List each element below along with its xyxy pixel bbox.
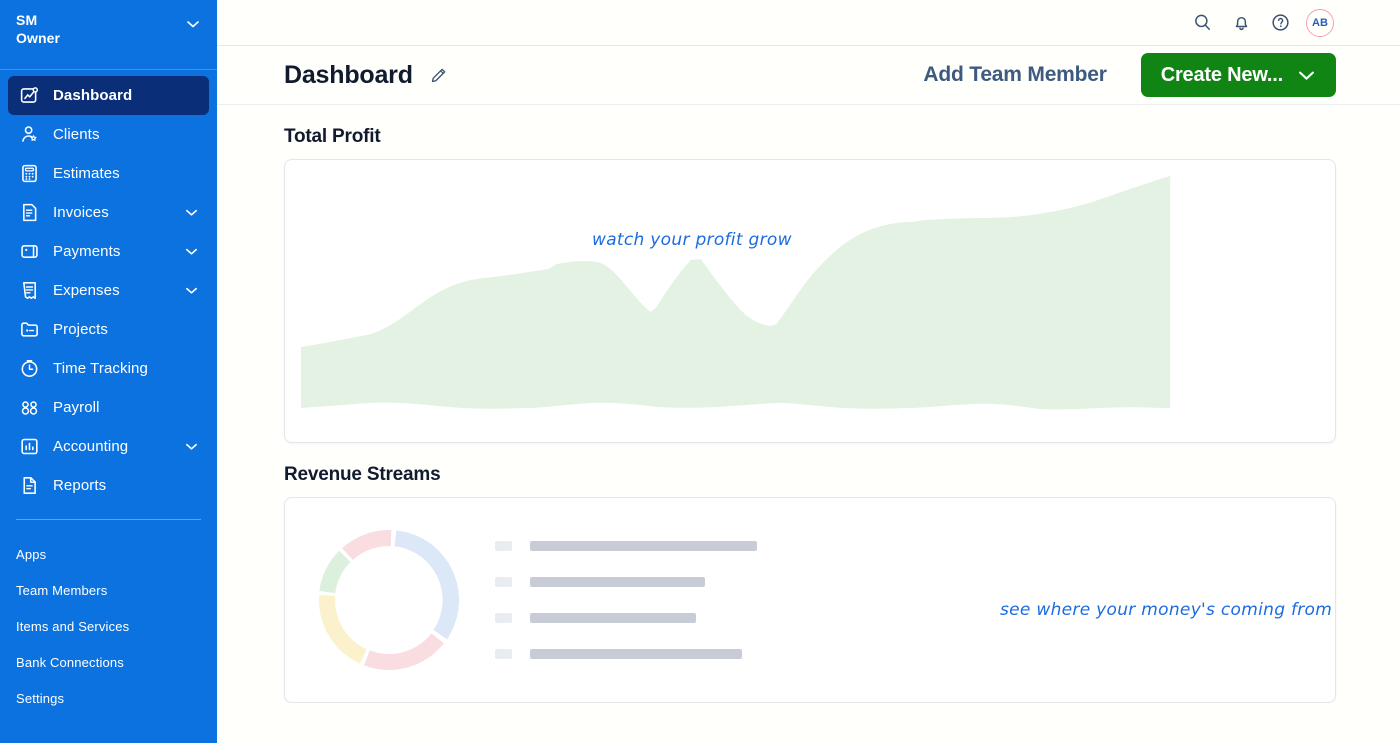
- chevron-down-icon[interactable]: [183, 439, 199, 455]
- legend-label-placeholder: [530, 541, 757, 551]
- app-root: SM Owner Dashboard Clients Estimates Inv…: [0, 0, 1400, 743]
- bar-chart-icon: [17, 435, 41, 459]
- profit-area-band: [300, 176, 1171, 410]
- sidebar-item-label: Accounting: [53, 438, 129, 455]
- legend-swatch-placeholder: [495, 649, 512, 659]
- chevron-down-icon[interactable]: [183, 244, 199, 260]
- sidebar-item-label: Payroll: [53, 399, 100, 416]
- sidebar-item-label: Clients: [53, 126, 100, 143]
- sidebar-item-reports[interactable]: Reports: [8, 466, 209, 505]
- sidebar-item-label: Dashboard: [53, 87, 133, 104]
- legend-swatch-placeholder: [495, 613, 512, 623]
- donut-slice-2: [363, 633, 444, 671]
- sidebar-nav-primary: Dashboard Clients Estimates Invoices Pay…: [0, 70, 217, 505]
- receipt-icon: [17, 279, 41, 303]
- calculator-icon: [17, 162, 41, 186]
- help-circle-icon[interactable]: [1265, 8, 1295, 38]
- donut-slice-5: [341, 530, 391, 560]
- revenue-donut-wrap: [291, 510, 486, 690]
- revenue-streams-card: see where your money's coming from: [284, 497, 1336, 703]
- legend-row: [495, 605, 757, 632]
- revenue-annotation: see where your money's coming from: [1000, 600, 1333, 620]
- total-profit-card: watch your profit grow: [284, 159, 1336, 443]
- sidebar-item-label: Projects: [53, 321, 108, 338]
- sidebar-item-label: Estimates: [53, 165, 120, 182]
- org-text: SM Owner: [16, 12, 60, 47]
- profit-annotation: watch your profit grow: [592, 230, 792, 250]
- sidebar-item-accounting[interactable]: Accounting: [8, 427, 209, 466]
- sidebar-subitem-label: Team Members: [16, 582, 108, 598]
- sidebar-item-label: Payments: [53, 243, 121, 260]
- sidebar-subitem-label: Apps: [16, 546, 47, 562]
- sidebar-item-label: Reports: [53, 477, 107, 494]
- top-bar: AB: [217, 0, 1400, 46]
- sidebar-subitem-label: Settings: [16, 690, 65, 706]
- legend-row: [495, 569, 757, 596]
- legend-swatch-placeholder: [495, 541, 512, 551]
- legend-row: [495, 641, 757, 668]
- legend-label-placeholder: [530, 613, 696, 623]
- page-header: Dashboard Add Team Member Create New...: [217, 46, 1400, 105]
- donut-slice-1: [394, 530, 459, 640]
- page-title: Dashboard: [284, 60, 413, 89]
- sidebar-item-bank-connections[interactable]: Bank Connections: [0, 644, 217, 680]
- donut-slice-4: [318, 550, 351, 594]
- org-name: SM: [16, 12, 38, 28]
- avatar[interactable]: AB: [1306, 8, 1334, 37]
- org-role: Owner: [16, 29, 61, 46]
- pencil-edit-icon[interactable]: [429, 66, 448, 85]
- main-content: AB Dashboard Add Team Member Create New.…: [217, 0, 1400, 743]
- sidebar-item-projects[interactable]: Projects: [8, 310, 209, 349]
- sidebar-item-clients[interactable]: Clients: [8, 115, 209, 154]
- folder-icon: [17, 318, 41, 342]
- sidebar-item-label: Invoices: [53, 204, 109, 221]
- dashboard-chart-icon: [17, 84, 41, 108]
- sidebar-item-estimates[interactable]: Estimates: [8, 154, 209, 193]
- sidebar-item-expenses[interactable]: Expenses: [8, 271, 209, 310]
- revenue-legend: [486, 533, 757, 668]
- sidebar-item-label: Expenses: [53, 282, 120, 299]
- sidebar-item-apps[interactable]: Apps: [0, 536, 217, 572]
- people-group-icon: [17, 396, 41, 420]
- sidebar-item-payroll[interactable]: Payroll: [8, 388, 209, 427]
- legend-swatch-placeholder: [495, 577, 512, 587]
- chevron-down-icon[interactable]: [183, 205, 199, 221]
- sidebar-subitem-label: Items and Services: [16, 618, 130, 634]
- total-profit-area-chart: [300, 176, 1171, 410]
- sidebar-item-label: Time Tracking: [53, 360, 148, 377]
- chevron-down-icon: [185, 16, 201, 32]
- search-icon[interactable]: [1187, 8, 1217, 38]
- sidebar: SM Owner Dashboard Clients Estimates Inv…: [0, 0, 217, 743]
- clock-icon: [17, 357, 41, 381]
- revenue-donut-chart: [318, 530, 459, 671]
- donut-slice-3: [318, 594, 367, 664]
- sidebar-item-time-tracking[interactable]: Time Tracking: [8, 349, 209, 388]
- chevron-down-icon[interactable]: [183, 283, 199, 299]
- create-new-button[interactable]: Create New...: [1140, 53, 1336, 97]
- document-icon: [17, 474, 41, 498]
- legend-label-placeholder: [530, 577, 705, 587]
- org-switcher[interactable]: SM Owner: [0, 0, 217, 70]
- legend-label-placeholder: [530, 649, 742, 659]
- sidebar-item-settings[interactable]: Settings: [0, 680, 217, 716]
- create-new-label: Create New...: [1160, 63, 1283, 86]
- legend-row: [495, 533, 757, 560]
- sidebar-subitem-label: Bank Connections: [16, 654, 124, 670]
- sidebar-item-dashboard[interactable]: Dashboard: [8, 76, 209, 115]
- sidebar-nav-secondary: Apps Team Members Items and Services Ban…: [0, 520, 217, 716]
- dashboard-content: Total Profit watch your profit grow Reve…: [217, 105, 1400, 703]
- wallet-icon: [17, 240, 41, 264]
- sidebar-item-team-members[interactable]: Team Members: [0, 572, 217, 608]
- person-star-icon: [17, 123, 41, 147]
- add-team-member-button[interactable]: Add Team Member: [923, 63, 1107, 87]
- revenue-streams-heading: Revenue Streams: [284, 464, 441, 485]
- sidebar-item-payments[interactable]: Payments: [8, 232, 209, 271]
- invoice-icon: [17, 201, 41, 225]
- sidebar-item-items-and-services[interactable]: Items and Services: [0, 608, 217, 644]
- notifications-bell-icon[interactable]: [1226, 8, 1256, 38]
- avatar-initials: AB: [1312, 16, 1328, 29]
- total-profit-heading: Total Profit: [284, 126, 381, 147]
- chevron-down-icon: [1297, 66, 1316, 85]
- sidebar-item-invoices[interactable]: Invoices: [8, 193, 209, 232]
